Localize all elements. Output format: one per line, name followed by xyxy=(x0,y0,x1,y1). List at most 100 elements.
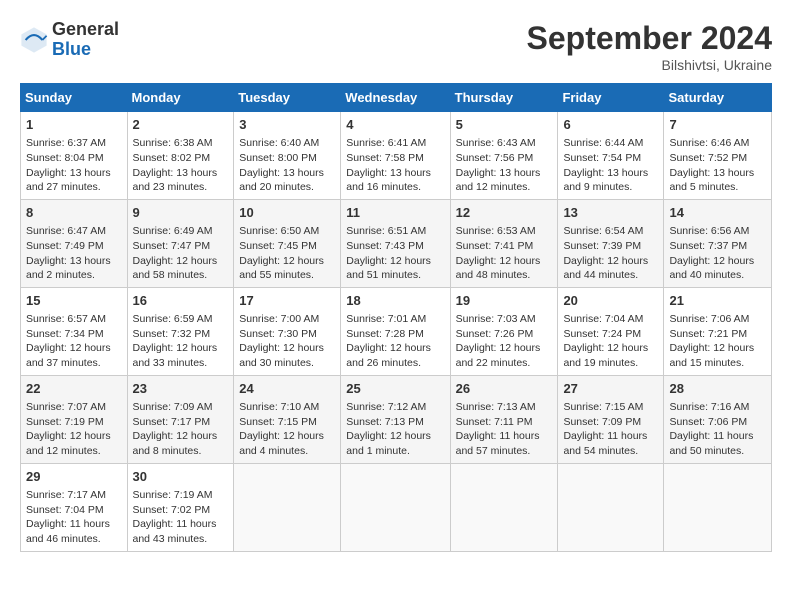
sunset-text: Sunset: 7:17 PM xyxy=(133,416,211,428)
sunrise-text: Sunrise: 6:41 AM xyxy=(346,137,426,149)
day-number: 5 xyxy=(456,116,553,134)
day-number: 4 xyxy=(346,116,444,134)
calendar-week-5: 29Sunrise: 7:17 AMSunset: 7:04 PMDayligh… xyxy=(21,463,772,551)
sunset-text: Sunset: 7:52 PM xyxy=(669,152,747,164)
calendar-week-4: 22Sunrise: 7:07 AMSunset: 7:19 PMDayligh… xyxy=(21,375,772,463)
calendar-cell: 29Sunrise: 7:17 AMSunset: 7:04 PMDayligh… xyxy=(21,463,128,551)
sunrise-text: Sunrise: 7:04 AM xyxy=(563,313,643,325)
calendar-cell xyxy=(341,463,450,551)
calendar-cell: 23Sunrise: 7:09 AMSunset: 7:17 PMDayligh… xyxy=(127,375,234,463)
day-number: 28 xyxy=(669,380,766,398)
calendar-week-1: 1Sunrise: 6:37 AMSunset: 8:04 PMDaylight… xyxy=(21,112,772,200)
calendar-cell: 6Sunrise: 6:44 AMSunset: 7:54 PMDaylight… xyxy=(558,112,664,200)
daylight-text: Daylight: 12 hours and 30 minutes. xyxy=(239,342,324,369)
calendar-cell: 4Sunrise: 6:41 AMSunset: 7:58 PMDaylight… xyxy=(341,112,450,200)
daylight-text: Daylight: 12 hours and 19 minutes. xyxy=(563,342,648,369)
calendar-cell: 14 Sunrise: 6:56 AM Sunset: 7:37 PM Dayligh… xyxy=(664,199,772,287)
header-thursday: Thursday xyxy=(450,84,558,112)
sunrise-text: Sunrise: 6:53 AM xyxy=(456,225,536,237)
day-number: 22 xyxy=(26,380,122,398)
sunset-text: Sunset: 7:09 PM xyxy=(563,416,641,428)
sunrise-text: Sunrise: 7:09 AM xyxy=(133,401,213,413)
sunrise-text: Sunrise: 6:43 AM xyxy=(456,137,536,149)
sunset-text: Sunset: 7:39 PM xyxy=(563,240,641,252)
sunset-text: Sunset: 7:43 PM xyxy=(346,240,424,252)
daylight-text: Daylight: 11 hours and 50 minutes. xyxy=(669,430,753,457)
sunrise-text: Sunrise: 7:06 AM xyxy=(669,313,749,325)
day-number: 14 xyxy=(669,204,766,222)
header-saturday: Saturday xyxy=(664,84,772,112)
sunrise-text: Sunrise: 6:50 AM xyxy=(239,225,319,237)
location-subtitle: Bilshivtsi, Ukraine xyxy=(527,57,772,73)
day-number: 3 xyxy=(239,116,335,134)
calendar-cell: 19Sunrise: 7:03 AMSunset: 7:26 PMDayligh… xyxy=(450,287,558,375)
sunrise-text: Sunrise: 6:37 AM xyxy=(26,137,106,149)
sunset-text: Sunset: 8:04 PM xyxy=(26,152,104,164)
logo: General Blue xyxy=(20,20,119,60)
daylight-text: Daylight: 12 hours and 44 minutes. xyxy=(563,255,648,282)
sunset-text: Sunset: 7:34 PM xyxy=(26,328,104,340)
day-number: 26 xyxy=(456,380,553,398)
day-number: 17 xyxy=(239,292,335,310)
sunset-text: Sunset: 8:02 PM xyxy=(133,152,211,164)
sunset-text: Sunset: 7:15 PM xyxy=(239,416,317,428)
daylight-text: Daylight: 12 hours and 48 minutes. xyxy=(456,255,541,282)
day-number: 19 xyxy=(456,292,553,310)
calendar-week-3: 15Sunrise: 6:57 AMSunset: 7:34 PMDayligh… xyxy=(21,287,772,375)
sunset-text: Sunset: 7:11 PM xyxy=(456,416,533,428)
daylight-text: Daylight: 12 hours and 58 minutes. xyxy=(133,255,218,282)
sunrise-text: Sunrise: 7:03 AM xyxy=(456,313,536,325)
daylight-text: Daylight: 12 hours and 37 minutes. xyxy=(26,342,111,369)
sunrise-text: Sunrise: 6:56 AM xyxy=(669,225,749,237)
daylight-text: Daylight: 12 hours and 26 minutes. xyxy=(346,342,431,369)
header-wednesday: Wednesday xyxy=(341,84,450,112)
sunset-text: Sunset: 7:26 PM xyxy=(456,328,534,340)
sunrise-text: Sunrise: 6:57 AM xyxy=(26,313,106,325)
sunset-text: Sunset: 7:21 PM xyxy=(669,328,747,340)
calendar-cell xyxy=(450,463,558,551)
sunrise-text: Sunrise: 6:51 AM xyxy=(346,225,426,237)
sunset-text: Sunset: 7:32 PM xyxy=(133,328,211,340)
sunset-text: Sunset: 7:37 PM xyxy=(669,240,747,252)
header-tuesday: Tuesday xyxy=(234,84,341,112)
daylight-text: Daylight: 12 hours and 40 minutes. xyxy=(669,255,754,282)
day-number: 11 xyxy=(346,204,444,222)
calendar-cell: 15Sunrise: 6:57 AMSunset: 7:34 PMDayligh… xyxy=(21,287,128,375)
sunset-text: Sunset: 7:19 PM xyxy=(26,416,104,428)
sunset-text: Sunset: 7:49 PM xyxy=(26,240,104,252)
sunset-text: Sunset: 7:04 PM xyxy=(26,504,104,516)
day-number: 30 xyxy=(133,468,229,486)
sunset-text: Sunset: 7:56 PM xyxy=(456,152,534,164)
calendar-header-row: SundayMondayTuesdayWednesdayThursdayFrid… xyxy=(21,84,772,112)
day-number: 6 xyxy=(563,116,658,134)
sunset-text: Sunset: 7:24 PM xyxy=(563,328,641,340)
header-friday: Friday xyxy=(558,84,664,112)
daylight-text: Daylight: 13 hours and 27 minutes. xyxy=(26,167,111,194)
day-number: 23 xyxy=(133,380,229,398)
sunrise-text: Sunrise: 6:49 AM xyxy=(133,225,213,237)
day-number: 9 xyxy=(133,204,229,222)
page-header: General Blue September 2024 Bilshivtsi, … xyxy=(20,20,772,73)
calendar-cell: 1Sunrise: 6:37 AMSunset: 8:04 PMDaylight… xyxy=(21,112,128,200)
day-number: 25 xyxy=(346,380,444,398)
daylight-text: Daylight: 12 hours and 33 minutes. xyxy=(133,342,218,369)
calendar-cell: 11Sunrise: 6:51 AMSunset: 7:43 PMDayligh… xyxy=(341,199,450,287)
sunrise-text: Sunrise: 7:12 AM xyxy=(346,401,426,413)
calendar-cell: 2Sunrise: 6:38 AMSunset: 8:02 PMDaylight… xyxy=(127,112,234,200)
daylight-text: Daylight: 12 hours and 1 minute. xyxy=(346,430,431,457)
day-number: 13 xyxy=(563,204,658,222)
day-number: 16 xyxy=(133,292,229,310)
calendar-cell: 3Sunrise: 6:40 AMSunset: 8:00 PMDaylight… xyxy=(234,112,341,200)
header-monday: Monday xyxy=(127,84,234,112)
day-number: 18 xyxy=(346,292,444,310)
logo-text: General Blue xyxy=(52,20,119,60)
sunset-text: Sunset: 7:41 PM xyxy=(456,240,534,252)
calendar-cell: 22Sunrise: 7:07 AMSunset: 7:19 PMDayligh… xyxy=(21,375,128,463)
calendar-cell: 12Sunrise: 6:53 AMSunset: 7:41 PMDayligh… xyxy=(450,199,558,287)
sunrise-text: Sunrise: 7:13 AM xyxy=(456,401,536,413)
calendar-cell: 21Sunrise: 7:06 AMSunset: 7:21 PMDayligh… xyxy=(664,287,772,375)
sunset-text: Sunset: 7:58 PM xyxy=(346,152,424,164)
sunset-text: Sunset: 8:00 PM xyxy=(239,152,317,164)
daylight-text: Daylight: 13 hours and 20 minutes. xyxy=(239,167,324,194)
sunrise-text: Sunrise: 7:19 AM xyxy=(133,489,213,501)
